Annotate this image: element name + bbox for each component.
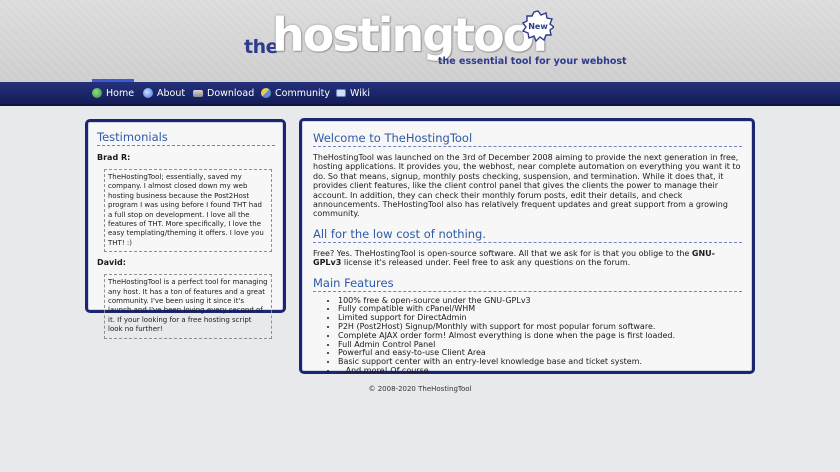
home-icon bbox=[92, 88, 102, 98]
main-content-panel: Welcome to TheHostingTool TheHostingTool… bbox=[299, 118, 755, 376]
cost-text: Free? Yes. TheHostingTool is open-source… bbox=[313, 249, 742, 268]
logo-wordmark[interactable]: hostingtool bbox=[272, 8, 548, 62]
footer: © 2008-2020 TheHostingTool bbox=[0, 385, 840, 393]
welcome-title: Welcome to TheHostingTool bbox=[313, 131, 742, 147]
info-icon bbox=[143, 88, 153, 98]
cost-text-before: Free? Yes. TheHostingTool is open-source… bbox=[313, 248, 692, 258]
features-title: Main Features bbox=[313, 276, 742, 292]
testimonial-author: Brad R: bbox=[97, 153, 131, 162]
nav-item-label: Community bbox=[275, 87, 330, 99]
new-badge: New bbox=[521, 10, 556, 43]
badge-label: New bbox=[528, 21, 548, 31]
header: the hostingtool New the essential tool f… bbox=[0, 0, 840, 82]
community-icon bbox=[261, 88, 271, 98]
list-item: ...And more! Of course. bbox=[338, 366, 742, 376]
nav-item-about[interactable]: About bbox=[143, 82, 185, 104]
nav-item-community[interactable]: Community bbox=[261, 82, 330, 104]
download-icon bbox=[193, 89, 203, 97]
logo-tagline: the essential tool for your webhost bbox=[438, 56, 627, 67]
main-nav: Home About Download Community Wiki bbox=[0, 79, 840, 106]
nav-item-label: Download bbox=[207, 87, 255, 99]
testimonial-author: David: bbox=[97, 258, 126, 268]
cost-text-after: license it's released under. Feel free t… bbox=[341, 258, 631, 268]
nav-item-label: About bbox=[157, 87, 186, 99]
nav-item-label: Wiki bbox=[350, 87, 370, 99]
welcome-text: TheHostingTool was launched on the 3rd o… bbox=[313, 153, 741, 219]
testimonial-quote: TheHostingTool is a perfect tool for man… bbox=[104, 274, 272, 339]
testimonials-panel: Testimonials Brad R: TheHostingTool; ess… bbox=[85, 119, 286, 339]
testimonial-quote: TheHostingTool; essentially, saved my co… bbox=[104, 169, 272, 253]
testimonials-title: Testimonials bbox=[97, 130, 275, 146]
nav-item-wiki[interactable]: Wiki bbox=[336, 82, 370, 104]
nav-item-home[interactable]: Home bbox=[92, 79, 135, 101]
cost-title: All for the low cost of nothing. bbox=[313, 227, 742, 243]
nav-item-label: Home bbox=[106, 87, 135, 99]
features-list: 100% free & open-source under the GNU-GP… bbox=[338, 296, 742, 376]
copyright-text: © 2008-2020 TheHostingTool bbox=[368, 385, 472, 393]
nav-item-download[interactable]: Download bbox=[193, 82, 254, 104]
book-icon bbox=[336, 89, 346, 97]
